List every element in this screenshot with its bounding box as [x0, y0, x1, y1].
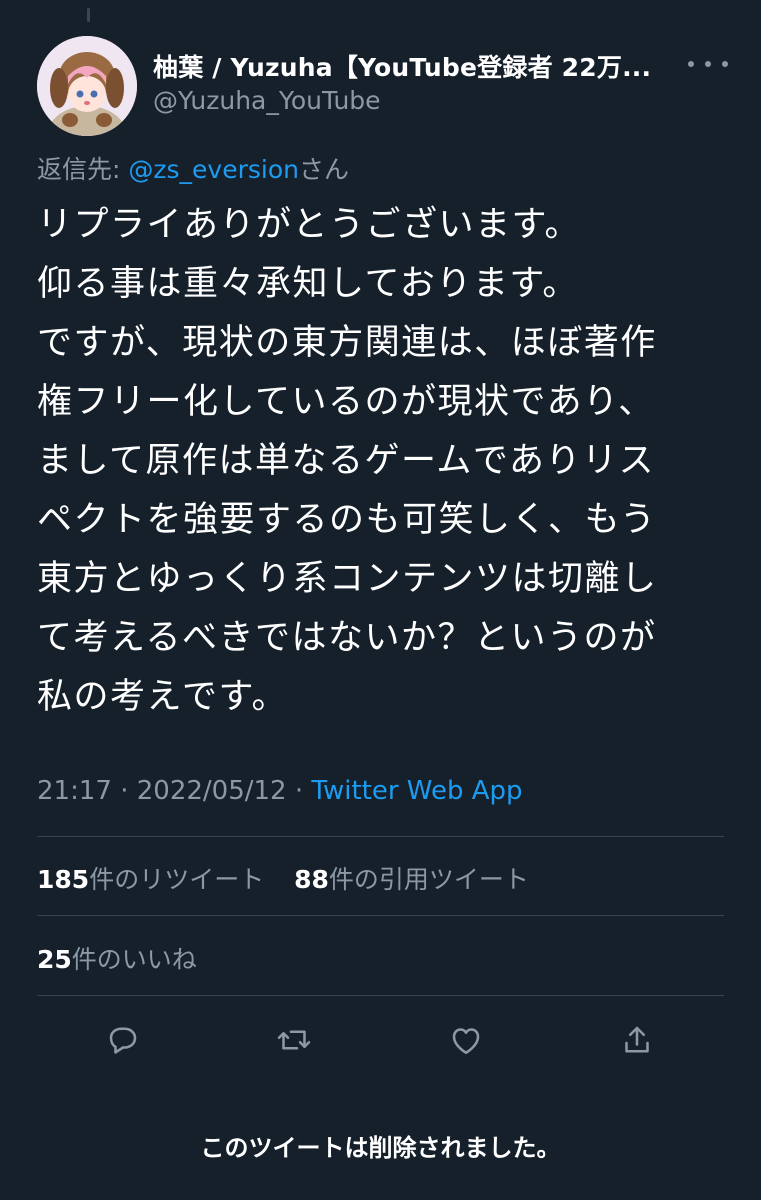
- retweets-stat[interactable]: 185件のリツイート: [37, 865, 264, 894]
- reply-button[interactable]: [98, 1015, 148, 1065]
- reply-icon: [109, 1027, 137, 1054]
- divider: [37, 915, 724, 916]
- divider: [37, 836, 724, 837]
- like-button[interactable]: [441, 1015, 491, 1065]
- tweet-text: リプライありがとうございます。 仰る事は重々承知しております。 ですが、現状の東…: [37, 205, 658, 717]
- like-count: 25: [37, 945, 72, 974]
- user-handle[interactable]: @Yuzuha_YouTube: [153, 86, 381, 115]
- avatar-image: [37, 36, 137, 136]
- divider: [37, 995, 724, 996]
- avatar[interactable]: [37, 36, 137, 136]
- tweet-time[interactable]: 21:17: [37, 776, 112, 806]
- meta-separator: ·: [294, 776, 304, 806]
- share-icon: [625, 1026, 649, 1053]
- deleted-notice: このツイートは削除されました。: [200, 1134, 561, 1162]
- heart-icon: [452, 1028, 480, 1055]
- meta-separator: ·: [120, 776, 129, 806]
- more-icon: [688, 61, 694, 67]
- more-icon-dot: [705, 61, 711, 67]
- retweet-button[interactable]: [269, 1015, 319, 1065]
- reply-to-suffix: さん: [298, 155, 349, 184]
- like-label: 件のいいね: [71, 945, 197, 974]
- retweet-count: 185: [37, 865, 90, 894]
- thread-connector-line: [87, 8, 90, 22]
- stats-row-retweets: 185件のリツイート 88件の引用ツイート: [37, 860, 529, 896]
- share-button[interactable]: [612, 1015, 662, 1065]
- more-icon-dot: [722, 61, 728, 67]
- stats-row-likes: 25件のいいね: [37, 940, 197, 976]
- tweet-meta: 21:17 · 2022/05/12 · Twitter Web App: [37, 776, 523, 806]
- reply-to-prefix: 返信先:: [37, 155, 121, 184]
- retweet-icon: [277, 1030, 311, 1050]
- reply-to-mention-link[interactable]: @zs_eversion: [128, 155, 299, 184]
- retweet-label: 件のリツイート: [89, 865, 265, 894]
- more-options-button[interactable]: [688, 50, 728, 78]
- quotes-stat[interactable]: 88件の引用ツイート: [294, 865, 529, 894]
- quote-count: 88: [294, 865, 329, 894]
- tweet-date[interactable]: 2022/05/12: [137, 776, 287, 806]
- quote-label: 件の引用ツイート: [328, 865, 529, 894]
- reply-to: 返信先: @zs_eversionさん: [37, 150, 349, 186]
- action-bar: [0, 1015, 761, 1065]
- display-name[interactable]: 柚葉 / Yuzuha【YouTube登録者 22万...: [153, 48, 663, 84]
- likes-stat[interactable]: 25件のいいね: [37, 945, 197, 974]
- tweet-source-link[interactable]: Twitter Web App: [311, 776, 522, 806]
